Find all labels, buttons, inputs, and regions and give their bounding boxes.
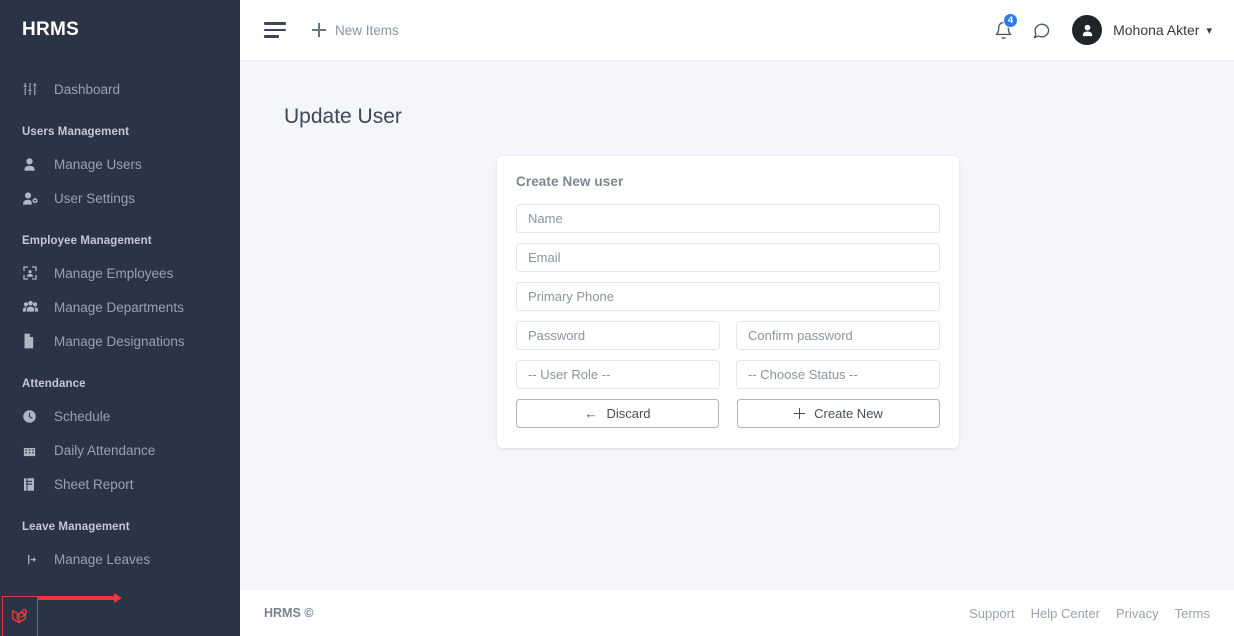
create-new-button-label: Create New bbox=[814, 406, 883, 421]
card-title: Create New user bbox=[516, 174, 624, 189]
sidebar-item-user-settings[interactable]: User Settings bbox=[0, 181, 240, 215]
messages-button[interactable] bbox=[1022, 11, 1060, 49]
face-scan-icon bbox=[22, 265, 44, 281]
footer-link-support[interactable]: Support bbox=[969, 606, 1015, 621]
footer-brand: HRMS © bbox=[264, 606, 314, 620]
arrow-left-icon: ← bbox=[584, 406, 598, 421]
sidebar-item-manage-leaves[interactable]: Manage Leaves bbox=[0, 542, 240, 576]
document-icon bbox=[22, 333, 44, 349]
sidebar-item-daily-attendance[interactable]: Daily Attendance bbox=[0, 433, 240, 467]
notification-badge: 4 bbox=[1003, 13, 1019, 28]
sidebar-item-sheet-report[interactable]: Sheet Report bbox=[0, 467, 240, 501]
password-row bbox=[516, 321, 940, 350]
plus-icon bbox=[312, 23, 326, 37]
sidebar-group-employee-management: Employee Management bbox=[22, 235, 152, 247]
sidebar-item-label: User Settings bbox=[54, 190, 136, 206]
footer-link-help-center[interactable]: Help Center bbox=[1031, 606, 1100, 621]
sidebar-item-manage-departments[interactable]: Manage Departments bbox=[0, 290, 240, 324]
sliders-icon bbox=[22, 81, 44, 97]
calendar-icon bbox=[22, 443, 44, 458]
laravel-logo-icon[interactable] bbox=[2, 596, 38, 636]
discard-button-label: Discard bbox=[606, 406, 651, 421]
page-title: Update User bbox=[284, 105, 402, 128]
sidebar: HRMS Dashboard Users Management Manage U… bbox=[0, 0, 240, 636]
footer-link-privacy[interactable]: Privacy bbox=[1116, 606, 1159, 621]
users-group-icon bbox=[22, 299, 44, 315]
name-input[interactable] bbox=[516, 204, 940, 233]
user-name[interactable]: Mohona Akter bbox=[1113, 22, 1199, 38]
sidebar-item-label: Dashboard bbox=[54, 81, 121, 97]
footer-links: Support Help Center Privacy Terms bbox=[969, 606, 1210, 621]
topbar-actions: 4 Mohona Akter ▾ bbox=[984, 11, 1212, 49]
notifications-button[interactable]: 4 bbox=[984, 11, 1022, 49]
chevron-down-icon[interactable]: ▾ bbox=[1206, 24, 1212, 37]
sidebar-group-attendance: Attendance bbox=[22, 378, 86, 390]
sidebar-item-label: Manage Leaves bbox=[54, 551, 151, 567]
create-user-card: Create New user ← Discard bbox=[497, 156, 959, 448]
avatar[interactable] bbox=[1072, 15, 1103, 45]
status-select[interactable] bbox=[736, 360, 940, 389]
sidebar-item-dashboard[interactable]: Dashboard bbox=[0, 72, 240, 106]
leave-arrow-icon bbox=[22, 552, 44, 567]
user-icon bbox=[22, 157, 44, 172]
chat-bubble-icon bbox=[1033, 23, 1049, 38]
discard-button[interactable]: ← Discard bbox=[516, 399, 719, 428]
topbar: New Items 4 Mohona Akter ▾ bbox=[240, 0, 1234, 61]
report-book-icon bbox=[22, 477, 44, 492]
main-region: New Items 4 Mohona Akter ▾ Update User C… bbox=[240, 0, 1234, 636]
sidebar-item-label: Manage Employees bbox=[54, 265, 174, 281]
footer: HRMS © Support Help Center Privacy Terms bbox=[240, 590, 1234, 636]
form-actions: ← Discard Create New bbox=[516, 399, 940, 428]
user-avatar-icon bbox=[1082, 24, 1092, 36]
role-status-row bbox=[516, 360, 940, 389]
sidebar-item-label: Schedule bbox=[54, 408, 111, 424]
content-area: Update User Create New user ← bbox=[240, 61, 1234, 590]
sidebar-item-schedule[interactable]: Schedule bbox=[0, 399, 240, 433]
sidebar-group-leave-management: Leave Management bbox=[22, 521, 130, 533]
sidebar-item-manage-employees[interactable]: Manage Employees bbox=[0, 256, 240, 290]
plus-icon bbox=[794, 408, 806, 419]
confirm-password-input[interactable] bbox=[736, 321, 940, 350]
clock-icon bbox=[22, 409, 44, 424]
sidebar-item-label: Manage Designations bbox=[54, 333, 185, 349]
primary-phone-input[interactable] bbox=[516, 282, 940, 311]
footer-link-terms[interactable]: Terms bbox=[1175, 606, 1210, 621]
new-items-button[interactable]: New Items bbox=[312, 23, 399, 38]
email-input[interactable] bbox=[516, 243, 940, 272]
create-new-button[interactable]: Create New bbox=[737, 399, 940, 428]
sidebar-item-manage-designations[interactable]: Manage Designations bbox=[0, 324, 240, 358]
sidebar-item-manage-users[interactable]: Manage Users bbox=[0, 147, 240, 181]
brand-logo: HRMS bbox=[22, 19, 80, 40]
app-root: HRMS Dashboard Users Management Manage U… bbox=[0, 0, 1234, 636]
password-input[interactable] bbox=[516, 321, 720, 350]
sidebar-item-label: Daily Attendance bbox=[54, 442, 156, 458]
user-gear-icon bbox=[22, 191, 44, 206]
user-role-select[interactable] bbox=[516, 360, 720, 389]
sidebar-item-label: Manage Users bbox=[54, 156, 142, 172]
sidebar-group-users-management: Users Management bbox=[22, 126, 130, 138]
new-items-label: New Items bbox=[335, 22, 399, 38]
sidebar-item-label: Sheet Report bbox=[54, 476, 134, 492]
sidebar-item-label: Manage Departments bbox=[54, 299, 184, 315]
hamburger-icon[interactable] bbox=[264, 22, 286, 38]
